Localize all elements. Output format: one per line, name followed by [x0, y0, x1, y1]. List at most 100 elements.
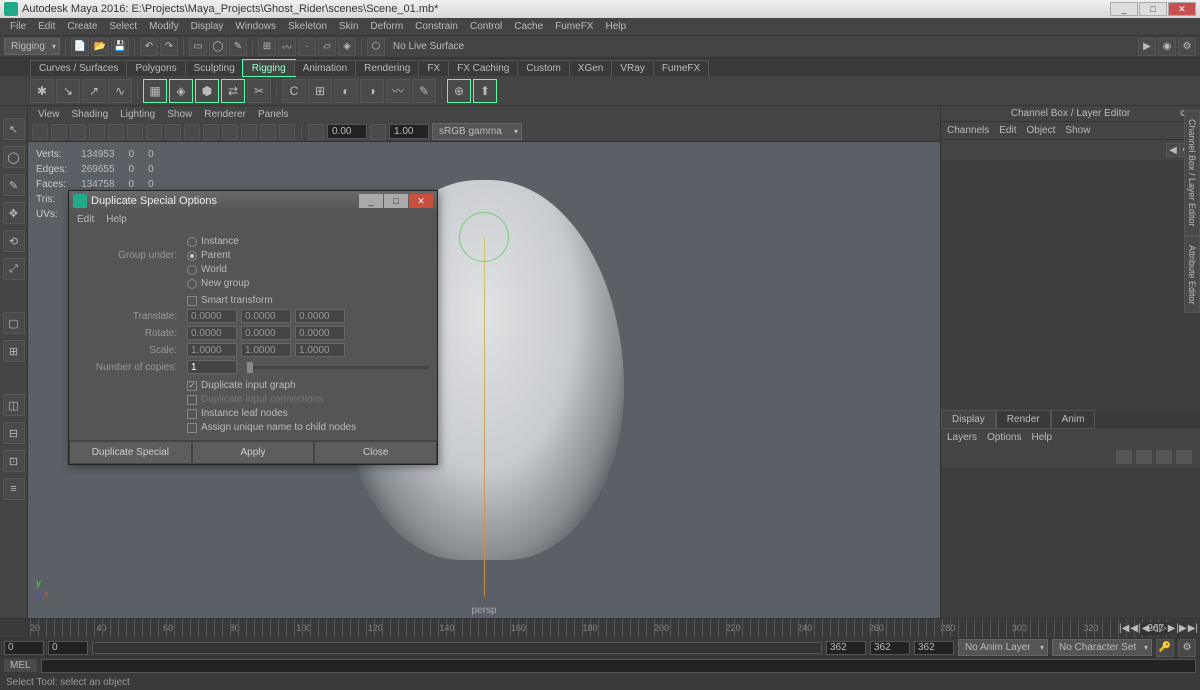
menu-file[interactable]: File	[4, 21, 32, 32]
vp-gamma-field[interactable]: 1.00	[389, 124, 429, 139]
vp-grid-icon[interactable]	[70, 124, 86, 140]
dialog-menu-help[interactable]: Help	[106, 214, 127, 225]
layout-four-icon[interactable]: ⊞	[3, 340, 25, 362]
undo-icon[interactable]: ↶	[140, 38, 158, 56]
vp-exposure-icon[interactable]	[308, 124, 324, 140]
channel-menu-show[interactable]: Show	[1065, 125, 1090, 136]
menu-skin[interactable]: Skin	[333, 21, 364, 32]
shelf-tab-sculpting[interactable]: Sculpting	[185, 60, 244, 76]
menu-edit[interactable]: Edit	[32, 21, 61, 32]
layer-move-down-icon[interactable]	[1136, 450, 1152, 464]
step-fwd-key-icon[interactable]: |▶	[1176, 623, 1186, 634]
check-smart-transform[interactable]	[187, 296, 197, 306]
layer-tab-anim[interactable]: Anim	[1051, 410, 1096, 429]
shelf-constraint-icon[interactable]: ⊕	[447, 79, 471, 103]
redo-icon[interactable]: ↷	[160, 38, 178, 56]
shelf-detach-icon[interactable]: ✂	[247, 79, 271, 103]
check-instance-leaf[interactable]	[187, 409, 197, 419]
vp-gate-icon[interactable]	[89, 124, 105, 140]
shelf-tab-animation[interactable]: Animation	[294, 60, 356, 76]
maximize-button[interactable]: □	[1139, 2, 1167, 16]
rotate-tool-icon[interactable]: ⟲	[3, 230, 25, 252]
close-button[interactable]: Close	[314, 441, 437, 464]
shelf-tab-fx[interactable]: FX	[418, 60, 449, 76]
shelf-parent-icon[interactable]: ⬆	[473, 79, 497, 103]
check-unique-names[interactable]	[187, 423, 197, 433]
shelf-mirror-icon[interactable]: ⇄	[221, 79, 245, 103]
layer-new-selected-icon[interactable]	[1176, 450, 1192, 464]
vp-camera-icon[interactable]	[51, 124, 67, 140]
shelf-tab-fumefx[interactable]: FumeFX	[653, 60, 709, 76]
check-dup-input-graph[interactable]	[187, 381, 197, 391]
vp-gamma-icon[interactable]	[370, 124, 386, 140]
playback-end-field[interactable]: 362	[826, 641, 866, 655]
radio-world[interactable]	[187, 265, 197, 275]
menu-cache[interactable]: Cache	[508, 21, 549, 32]
vp-exposure-field[interactable]: 0.00	[327, 124, 367, 139]
copies-slider[interactable]	[247, 366, 429, 369]
vp-menu-show[interactable]: Show	[161, 109, 198, 120]
shelf-lattice-icon[interactable]: ⊞	[308, 79, 332, 103]
step-fwd-icon[interactable]: ▶	[1168, 623, 1176, 634]
channel-menu-edit[interactable]: Edit	[999, 125, 1016, 136]
shelf-spline-icon[interactable]: ∿	[108, 79, 132, 103]
shelf-bone-icon[interactable]: ↘	[56, 79, 80, 103]
dialog-close-icon[interactable]: ✕	[409, 194, 433, 208]
layer-move-up-icon[interactable]	[1116, 450, 1132, 464]
menu-fumefx[interactable]: FumeFX	[549, 21, 599, 32]
snap-curve-icon[interactable]: 〰	[278, 38, 296, 56]
menu-windows[interactable]: Windows	[229, 21, 282, 32]
step-back-icon[interactable]: ◀	[1142, 623, 1150, 634]
close-button[interactable]: ✕	[1168, 2, 1196, 16]
vp-motion-icon[interactable]	[222, 124, 238, 140]
vp-shade-icon[interactable]	[127, 124, 143, 140]
vp-menu-shading[interactable]: Shading	[66, 109, 115, 120]
vp-menu-panels[interactable]: Panels	[252, 109, 295, 120]
lasso-tool-icon[interactable]: ◯	[3, 146, 25, 168]
range-end-field[interactable]: 362	[870, 641, 910, 655]
vp-menu-renderer[interactable]: Renderer	[198, 109, 252, 120]
menu-display[interactable]: Display	[185, 21, 230, 32]
character-set-dropdown[interactable]: No Character Set	[1052, 639, 1152, 656]
select-mode-icon[interactable]: ▭	[189, 38, 207, 56]
play-fwd-icon[interactable]: ▷	[1159, 623, 1167, 634]
colorspace-dropdown[interactable]: sRGB gamma	[432, 123, 522, 140]
shelf-tab-rigging[interactable]: Rigging	[243, 60, 295, 76]
shelf-bind-icon[interactable]: ◈	[169, 79, 193, 103]
vtab-channel-box[interactable]: Channel Box / Layer Editor	[1184, 110, 1200, 236]
minimize-button[interactable]: _	[1110, 2, 1138, 16]
play-back-icon[interactable]: ◁	[1150, 623, 1158, 634]
radio-newgroup[interactable]	[187, 279, 197, 289]
shelf-skin-icon[interactable]: ▦	[143, 79, 167, 103]
layer-tab-render[interactable]: Render	[996, 410, 1051, 429]
shelf-tab-vray[interactable]: VRay	[611, 60, 653, 76]
layout-single-icon[interactable]: ▢	[3, 312, 25, 334]
shelf-cluster-icon[interactable]: C	[282, 79, 306, 103]
channel-menu-object[interactable]: Object	[1027, 125, 1056, 136]
command-input[interactable]	[41, 659, 1196, 673]
layout-2h-icon[interactable]: ⊟	[3, 422, 25, 444]
time-slider[interactable]: 2040608010012014016018020022024026028030…	[0, 618, 1200, 638]
render-icon[interactable]: ▶	[1138, 38, 1156, 56]
script-lang-button[interactable]: MEL	[4, 659, 37, 672]
new-scene-icon[interactable]: 📄	[71, 38, 89, 56]
layer-tab-display[interactable]: Display	[941, 410, 996, 429]
vtab-attribute-editor[interactable]: Attribute Editor	[1184, 236, 1200, 314]
ipr-icon[interactable]: ◉	[1158, 38, 1176, 56]
radio-instance[interactable]	[187, 237, 197, 247]
copies-field[interactable]: 1	[187, 360, 237, 374]
shelf-tab-polygons[interactable]: Polygons	[126, 60, 185, 76]
shelf-tab-rendering[interactable]: Rendering	[355, 60, 419, 76]
paint-select-icon[interactable]: ✎	[229, 38, 247, 56]
render-settings-icon[interactable]: ⚙	[1178, 38, 1196, 56]
radio-parent[interactable]	[187, 251, 197, 261]
range-end-field2[interactable]: 362	[914, 641, 954, 655]
layer-menu-options[interactable]: Options	[987, 432, 1021, 443]
vp-menu-lighting[interactable]: Lighting	[114, 109, 161, 120]
menu-deform[interactable]: Deform	[364, 21, 409, 32]
outliner-icon[interactable]: ≡	[3, 478, 25, 500]
autokey-icon[interactable]: 🔑	[1156, 639, 1174, 657]
menu-help[interactable]: Help	[599, 21, 632, 32]
make-live-icon[interactable]: ⬡	[367, 38, 385, 56]
dialog-maximize-icon[interactable]: □	[384, 194, 408, 208]
